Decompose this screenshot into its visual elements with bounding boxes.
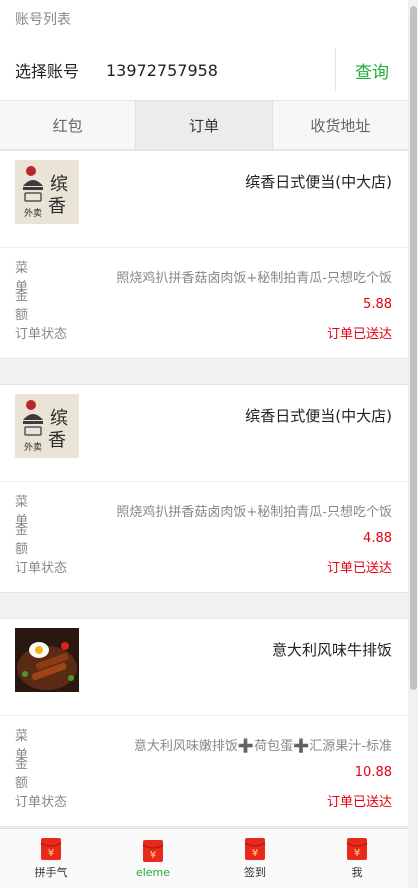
account-select[interactable]: 13972757958	[90, 61, 335, 80]
svg-text:外卖: 外卖	[24, 441, 42, 453]
svg-text:香: 香	[48, 196, 66, 217]
order-header: 意大利风味牛排饭	[0, 619, 408, 716]
tab-bar: 红包 订单 收货地址	[0, 100, 408, 150]
status-row: 订单状态 订单已送达	[15, 786, 392, 814]
status-row: 订单状态 订单已送达	[15, 318, 392, 346]
nav-label: eleme	[135, 865, 171, 879]
amount-row: 金额 10.88	[15, 757, 392, 791]
query-button[interactable]: 查询	[335, 48, 408, 92]
amount-row: 金额 4.88	[15, 523, 392, 557]
red-envelope-icon: ¥	[346, 838, 368, 860]
app-screen: 账号列表 选择账号 13972757958 查询 红包 订单 收货地址 缤 香 …	[0, 0, 408, 888]
amount-label: 金额	[15, 523, 57, 557]
red-envelope-icon: ¥	[40, 838, 62, 860]
svg-text:缤: 缤	[50, 408, 68, 429]
nav-label: 我	[351, 866, 363, 879]
dish-value: 意大利风味嫩排饭➕荷包蛋➕汇源果汁-标准	[133, 738, 392, 754]
nav-label: 签到	[244, 866, 266, 879]
amount-value: 5.88	[363, 296, 392, 312]
nav-item-checkin[interactable]: ¥ 签到	[204, 829, 306, 888]
order-details: 菜单 照烧鸡扒拼香菇卤肉饭+秘制拍青瓜-只想吃个饭 金额 5.88 订单状态 订…	[0, 248, 408, 358]
shop-name: 意大利风味牛排饭	[271, 641, 392, 659]
status-row: 订单状态 订单已送达	[15, 552, 392, 580]
amount-value: 4.88	[363, 530, 392, 546]
shop-logo: 缤 香 外卖	[15, 160, 79, 224]
order-details: 菜单 意大利风味嫩排饭➕荷包蛋➕汇源果汁-标准 金额 10.88 订单状态 订单…	[0, 716, 408, 826]
status-label: 订单状态	[15, 794, 68, 810]
nav-item-me[interactable]: ¥ 我	[306, 829, 408, 888]
order-card[interactable]: 缤 香 外卖 缤香日式便当(中大店) 菜单 照烧鸡扒拼香菇卤肉饭+秘制拍青瓜-只…	[0, 150, 408, 359]
tab-orders[interactable]: 订单	[136, 101, 273, 149]
shop-logo: 缤 香 外卖	[15, 394, 79, 458]
svg-text:外卖: 外卖	[24, 207, 42, 219]
amount-label: 金额	[15, 757, 57, 791]
shop-name: 缤香日式便当(中大店)	[245, 407, 392, 425]
order-header: 缤 香 外卖 缤香日式便当(中大店)	[0, 385, 408, 482]
order-details: 菜单 照烧鸡扒拼香菇卤肉饭+秘制拍青瓜-只想吃个饭 金额 4.88 订单状态 订…	[0, 482, 408, 592]
order-card[interactable]: 意大利风味牛排饭 菜单 意大利风味嫩排饭➕荷包蛋➕汇源果汁-标准 金额 10.8…	[0, 618, 408, 827]
amount-label: 金额	[15, 289, 57, 323]
dish-value: 照烧鸡扒拼香菇卤肉饭+秘制拍青瓜-只想吃个饭	[116, 270, 392, 286]
nav-label: 拼手气	[34, 866, 68, 879]
tab-address[interactable]: 收货地址	[273, 101, 408, 149]
status-value: 订单已送达	[326, 560, 392, 576]
shop-name: 缤香日式便当(中大店)	[245, 173, 392, 191]
svg-text:¥: ¥	[354, 848, 360, 859]
status-label: 订单状态	[15, 326, 68, 342]
bottom-nav: ¥ 拼手气 ¥ eleme ¥ 签到 ¥ 我	[0, 828, 408, 888]
order-header: 缤 香 外卖 缤香日式便当(中大店)	[0, 151, 408, 248]
svg-text:¥: ¥	[48, 848, 54, 859]
svg-text:¥: ¥	[252, 848, 258, 859]
scrollbar-thumb[interactable]	[410, 6, 417, 690]
order-card[interactable]: 缤 香 外卖 缤香日式便当(中大店) 菜单 照烧鸡扒拼香菇卤肉饭+秘制拍青瓜-只…	[0, 384, 408, 593]
amount-row: 金额 5.88	[15, 289, 392, 323]
status-value: 订单已送达	[326, 794, 392, 810]
nav-item-lucky[interactable]: ¥ 拼手气	[0, 829, 102, 888]
status-label: 订单状态	[15, 560, 68, 576]
red-envelope-icon: ¥	[244, 838, 266, 860]
account-row: 选择账号 13972757958 查询	[0, 40, 408, 100]
svg-text:缤: 缤	[50, 174, 68, 195]
red-envelope-icon: ¥	[142, 839, 164, 862]
svg-text:香: 香	[48, 430, 66, 451]
section-title: 账号列表	[0, 0, 408, 40]
tab-red-packet[interactable]: 红包	[0, 101, 137, 149]
dish-value: 照烧鸡扒拼香菇卤肉饭+秘制拍青瓜-只想吃个饭	[116, 504, 392, 520]
svg-text:¥: ¥	[150, 850, 156, 861]
shop-photo	[15, 628, 79, 692]
status-value: 订单已送达	[326, 326, 392, 342]
account-label: 选择账号	[15, 62, 80, 81]
nav-item-eleme[interactable]: ¥ eleme	[102, 829, 204, 888]
amount-value: 10.88	[354, 764, 392, 780]
